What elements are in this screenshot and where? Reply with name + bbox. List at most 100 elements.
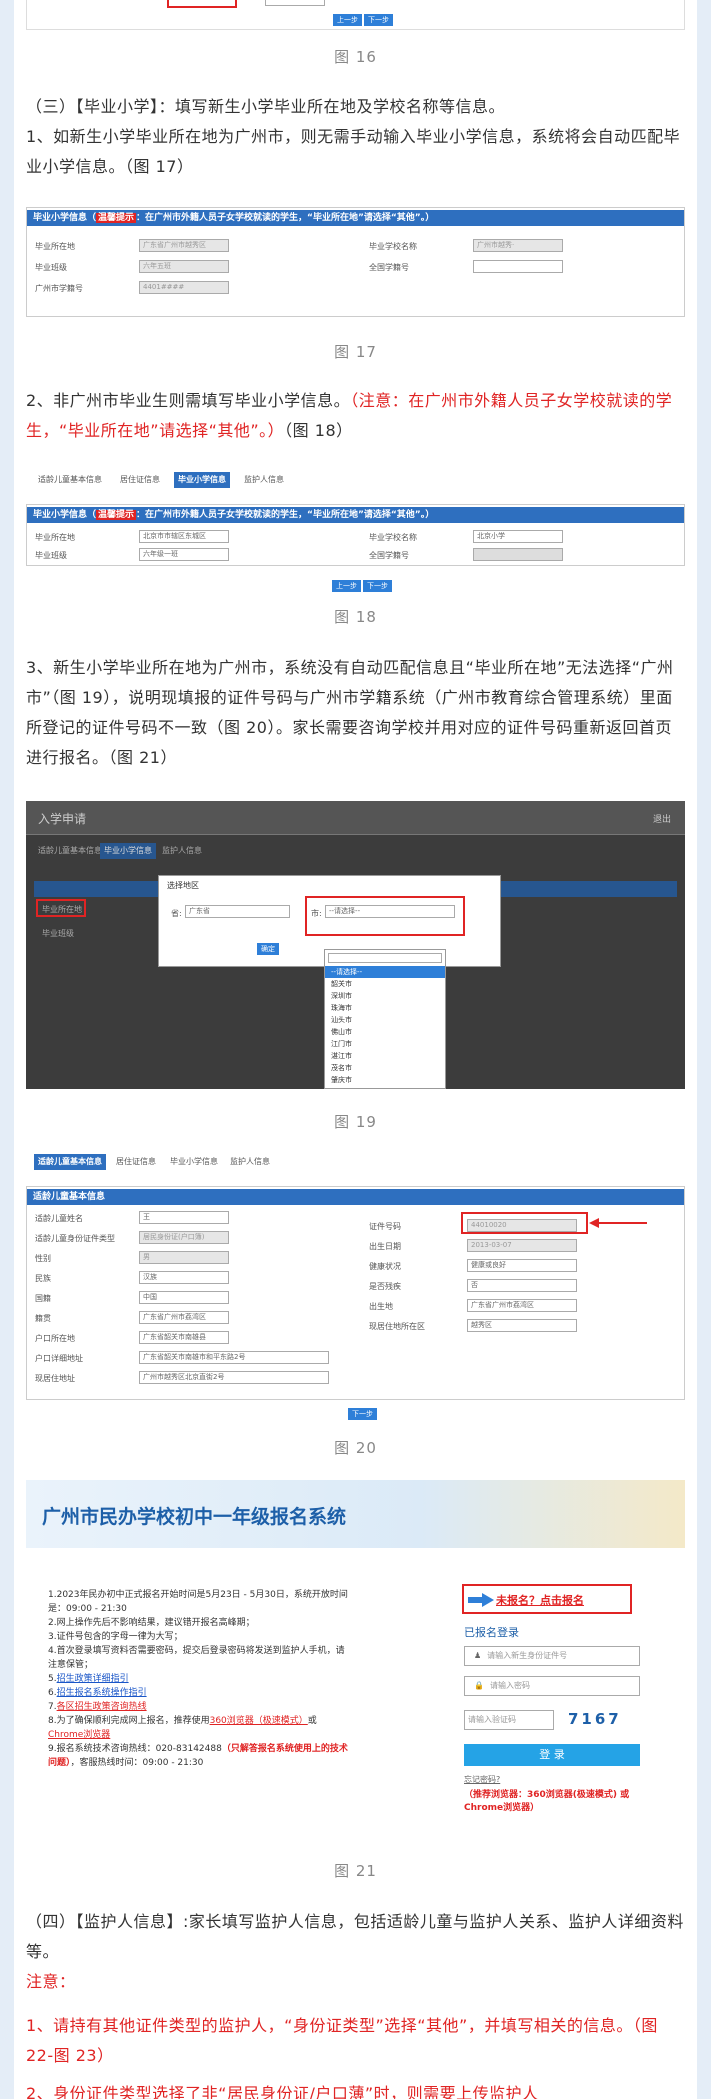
city-option-list: --请选择-- 韶关市 深圳市 珠海市 汕头市 佛山市 江门市 湛江市 茂名市 肇庆市 xyxy=(325,966,445,1086)
city-option[interactable]: 茂名市 xyxy=(325,1062,445,1074)
city-dropdown: --请选择-- 韶关市 深圳市 珠海市 汕头市 佛山市 江门市 湛江市 茂名市 肇庆市 xyxy=(324,949,446,1089)
child-field-input[interactable]: 广东省韶关市南雄县 xyxy=(139,1331,229,1344)
city-option[interactable]: 湛江市 xyxy=(325,1050,445,1062)
bar-text: 毕业小学信息（ xyxy=(33,213,97,223)
child-field-input[interactable]: 中国 xyxy=(139,1291,229,1304)
tab-graduation[interactable]: 毕业小学信息 xyxy=(166,1154,222,1170)
bar-text: 毕业小学信息（ xyxy=(33,510,97,520)
national-no-field[interactable] xyxy=(473,548,563,561)
tab-guardian[interactable]: 监护人信息 xyxy=(226,1154,274,1170)
captcha-image[interactable]: 7167 xyxy=(568,1710,622,1728)
note-9-text: 9.报名系统技术咨询热线：020-83142488 xyxy=(48,1744,222,1754)
tab-residence[interactable]: 居住证信息 xyxy=(116,472,164,488)
figure-21-caption: 图 21 xyxy=(334,1862,377,1880)
child-field-input[interactable]: 健康或良好 xyxy=(467,1259,577,1272)
guide-link[interactable]: 招生报名系统操作指引 xyxy=(57,1688,147,1698)
province-select[interactable]: 广东省 xyxy=(185,905,290,918)
note-8-text: 8.为了确保顺利完成网上报名，推荐使用 xyxy=(48,1716,210,1726)
national-no-field[interactable] xyxy=(473,260,563,273)
user-icon: ♟ xyxy=(474,1651,482,1660)
child-field-input[interactable]: 汉族 xyxy=(139,1271,229,1284)
tab-graduation[interactable]: 毕业小学信息 xyxy=(100,843,156,859)
chrome-link[interactable]: Chrome浏览器 xyxy=(48,1730,110,1740)
child-field-label: 是否残疾 xyxy=(369,1282,401,1291)
captcha-input[interactable]: 请输入验证码 xyxy=(464,1710,554,1730)
bar-text-rest: ：在广州市外籍人员子女学校就读的学生，“毕业所在地”请选择“其他”。） xyxy=(136,510,435,520)
graduation-location-field[interactable]: 广东省广州市越秀区 xyxy=(139,239,229,252)
child-field-input[interactable]: 男 xyxy=(139,1251,229,1264)
figure-17: 毕业小学信息（ 温馨提示 ：在广州市外籍人员子女学校就读的学生，“毕业所在地”请选择… xyxy=(26,207,685,317)
city-option[interactable]: 深圳市 xyxy=(325,990,445,1002)
forgot-link[interactable]: 忘记密码? xyxy=(464,1774,500,1785)
child-field-input[interactable]: 广东省韶关市南雄市和平东路2号 xyxy=(139,1351,329,1364)
graduation-location-field[interactable]: 北京市市辖区东城区 xyxy=(139,530,229,543)
label-graduation-class: 毕业班级 xyxy=(35,263,67,272)
graduation-class-field[interactable]: 六年五班 xyxy=(139,260,229,273)
city-option[interactable]: 珠海市 xyxy=(325,1002,445,1014)
child-field-label: 出生日期 xyxy=(369,1242,401,1251)
dialog-ok-button[interactable]: 确定 xyxy=(257,943,279,955)
next-button[interactable]: 下一步 xyxy=(364,14,393,26)
tab-bar: 适龄儿童基本信息 居住证信息 毕业小学信息 监护人信息 xyxy=(26,472,685,490)
child-field-label: 适龄儿童姓名 xyxy=(35,1214,83,1223)
child-field-label: 现居住地址 xyxy=(35,1374,75,1383)
tab-child-info[interactable]: 适龄儿童基本信息 xyxy=(34,843,106,859)
input-field xyxy=(265,0,325,6)
child-field-label: 国籍 xyxy=(35,1294,51,1303)
child-field-input[interactable]: 越秀区 xyxy=(467,1319,577,1332)
graduation-info-bar: 毕业小学信息（ 温馨提示 ：在广州市外籍人员子女学校就读的学生，“毕业所在地”请选择… xyxy=(27,210,684,226)
paragraph-2: 2、非广州市毕业生则需填写毕业小学信息。（注意：在广州市外籍人员子女学校就读的学… xyxy=(26,386,686,446)
graduation-class-field[interactable]: 六年级一班 xyxy=(139,548,229,561)
school-name-field[interactable]: 广州市越秀· xyxy=(473,239,563,252)
prev-button[interactable]: 上一步 xyxy=(333,14,362,26)
child-field-input[interactable]: 广东省广州市荔湾区 xyxy=(139,1311,229,1324)
prev-button[interactable]: 上一步 xyxy=(332,580,361,592)
child-field-input[interactable]: 广东省广州市荔湾区 xyxy=(467,1299,577,1312)
section-3-heading: （三）【毕业小学】：填写新生小学毕业所在地及学校名称等信息。 xyxy=(26,97,506,116)
note-8-or: 或 xyxy=(307,1716,317,1726)
tab-child-info[interactable]: 适龄儿童基本信息 xyxy=(34,472,106,488)
city-option[interactable]: --请选择-- xyxy=(325,966,445,978)
city-option[interactable]: 韶关市 xyxy=(325,978,445,990)
note-5: 5.招生政策详细指引 xyxy=(48,1674,129,1684)
dropdown-search[interactable] xyxy=(328,953,442,963)
city-option[interactable]: 江门市 xyxy=(325,1038,445,1050)
hotline-link[interactable]: 各区招生政策咨询热线 xyxy=(57,1702,147,1712)
note-6: 6.招生报名系统操作指引 xyxy=(48,1688,147,1698)
city-option[interactable]: 汕头市 xyxy=(325,1014,445,1026)
child-field-input[interactable]: 王 xyxy=(139,1211,229,1224)
tab-guardian[interactable]: 监护人信息 xyxy=(240,472,288,488)
exit-link[interactable]: 退出 xyxy=(653,812,671,825)
browser-360-link[interactable]: 360浏览器（极速模式） xyxy=(210,1716,308,1726)
next-button[interactable]: 下一步 xyxy=(363,580,392,592)
policy-link[interactable]: 招生政策详细指引 xyxy=(57,1674,129,1684)
label-national-no: 全国学籍号 xyxy=(369,263,409,272)
bar-highlight: 温馨提示 xyxy=(96,213,137,223)
gz-student-no-field[interactable]: 4401#### xyxy=(139,281,229,294)
section-4-note-2: 2、身份证件类型选择了非“居民身份证/户口薄”时，则需要上传监护人 xyxy=(26,2084,539,2099)
tab-guardian[interactable]: 监护人信息 xyxy=(158,843,206,859)
fig19-header: 入学申请 退出 xyxy=(26,801,685,835)
password-input[interactable]: 🔒 请输入密码 xyxy=(464,1676,640,1696)
child-field-input[interactable]: 否 xyxy=(467,1279,577,1292)
child-field-input[interactable]: 居民身份证(户口簿) xyxy=(139,1231,229,1244)
label-school-name: 毕业学校名称 xyxy=(369,242,417,251)
id-input[interactable]: ♟ 请输入新生身份证件号 xyxy=(464,1646,640,1666)
tab-child-info[interactable]: 适龄儿童基本信息 xyxy=(34,1154,106,1170)
child-field-label: 民族 xyxy=(35,1274,51,1283)
city-option[interactable]: 佛山市 xyxy=(325,1026,445,1038)
bar-highlight: 温馨提示 xyxy=(96,510,137,520)
figure-18-form: 毕业小学信息（ 温馨提示 ：在广州市外籍人员子女学校就读的学生，“毕业所在地”请选择… xyxy=(26,504,685,566)
next-button[interactable]: 下一步 xyxy=(348,1408,377,1420)
child-field-input[interactable]: 2013-03-07 xyxy=(467,1239,577,1252)
tab-residence[interactable]: 居住证信息 xyxy=(112,1154,160,1170)
figure-19: 入学申请 退出 适龄儿童基本信息 毕业小学信息 监护人信息 毕业所在地 毕业班级… xyxy=(26,801,685,1089)
city-option[interactable]: 肇庆市 xyxy=(325,1074,445,1086)
school-name-field[interactable]: 北京小学 xyxy=(473,530,563,543)
child-field-input[interactable]: 广州市越秀区北京直街2号 xyxy=(139,1371,329,1384)
tab-graduation[interactable]: 毕业小学信息 xyxy=(174,472,230,488)
register-link[interactable]: 未报名？点击报名 xyxy=(496,1592,584,1608)
login-button[interactable]: 登 录 xyxy=(464,1744,640,1766)
child-info-bar: 适龄儿童基本信息 xyxy=(27,1189,684,1205)
id-placeholder: 请输入新生身份证件号 xyxy=(487,1651,568,1660)
